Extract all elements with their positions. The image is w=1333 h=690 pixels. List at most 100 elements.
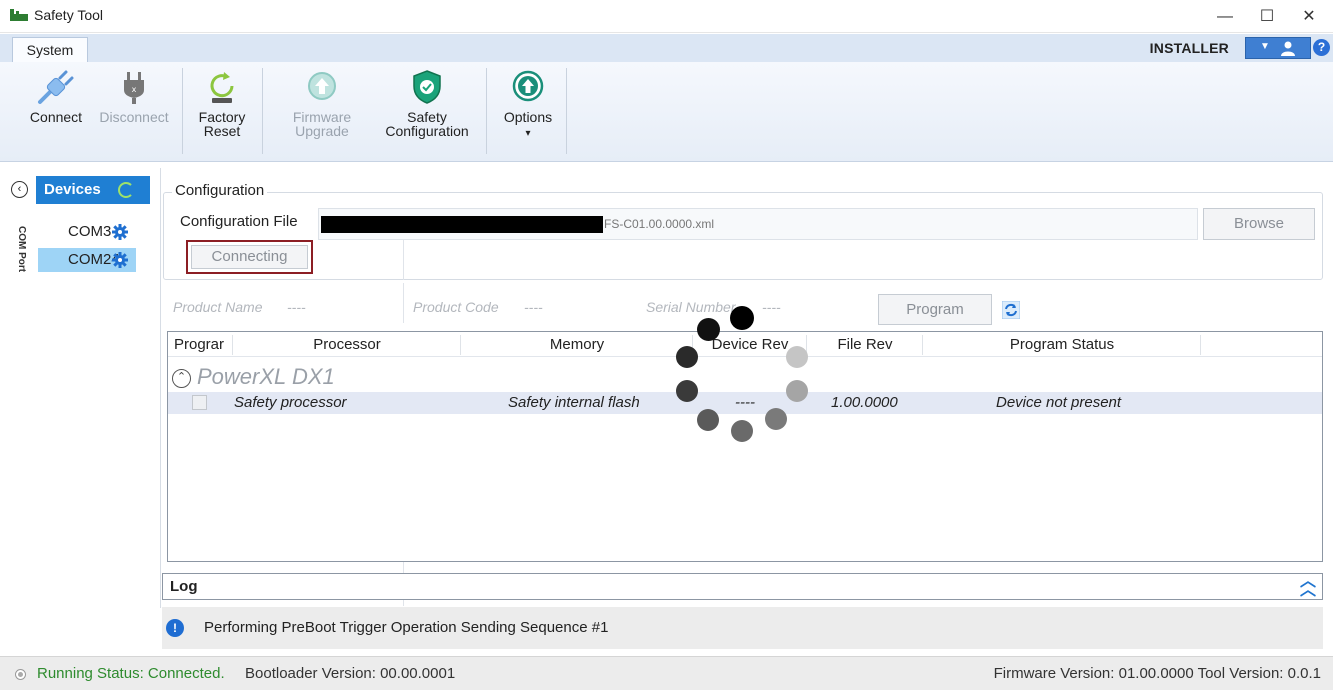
firmware-upgrade-label-2: Upgrade bbox=[295, 123, 349, 139]
close-button[interactable]: ✕ bbox=[1287, 4, 1331, 30]
options-upload-icon bbox=[512, 70, 544, 102]
column-header-program-status[interactable]: Program Status bbox=[924, 336, 1200, 353]
firmware-upgrade-button[interactable]: Firmware Upgrade bbox=[284, 68, 360, 138]
spinner-dot bbox=[676, 346, 698, 368]
column-header-memory[interactable]: Memory bbox=[462, 336, 692, 353]
user-icon bbox=[1281, 41, 1295, 56]
status-bar: Running Status: Connected. Bootloader Ve… bbox=[0, 656, 1333, 690]
ribbon-separator bbox=[182, 68, 183, 154]
chevron-up-icon[interactable]: ⌃ bbox=[172, 368, 191, 388]
connect-button[interactable]: Connect bbox=[24, 68, 88, 124]
device-item-com3[interactable]: COM3 bbox=[38, 220, 136, 244]
log-message: Performing PreBoot Trigger Operation Sen… bbox=[204, 619, 609, 636]
maximize-button[interactable]: ☐ bbox=[1245, 4, 1289, 30]
column-separator bbox=[232, 335, 233, 355]
configuration-file-field[interactable]: FS-C01.00.0000.xml bbox=[318, 208, 1198, 240]
factory-reset-icon bbox=[210, 72, 234, 103]
product-code-label: Product Code bbox=[413, 299, 499, 315]
title-bar: Safety Tool — ☐ ✕ bbox=[0, 0, 1333, 33]
table-row[interactable]: Safety processor Safety internal flash -… bbox=[168, 392, 1322, 414]
product-name-value: ---- bbox=[287, 299, 306, 315]
factory-reset-button[interactable]: Factory Reset bbox=[194, 68, 250, 138]
configuration-legend: Configuration bbox=[172, 182, 268, 199]
product-code-value: ---- bbox=[524, 299, 543, 315]
refresh-icon[interactable] bbox=[1002, 301, 1020, 319]
options-label: Options bbox=[503, 109, 553, 125]
serial-number-label: Serial Number bbox=[646, 299, 736, 315]
group-title: PowerXL DX1 bbox=[197, 364, 335, 389]
column-separator bbox=[460, 335, 461, 355]
user-menu-button[interactable]: ▼ bbox=[1245, 37, 1311, 59]
devices-header: Devices bbox=[36, 176, 150, 204]
column-separator bbox=[922, 335, 923, 355]
safety-shield-icon bbox=[413, 70, 441, 104]
browse-button[interactable]: Browse bbox=[1203, 208, 1315, 240]
svg-text:x: x bbox=[132, 85, 137, 94]
plug-disconnect-icon: x bbox=[124, 72, 144, 104]
tab-system[interactable]: System bbox=[12, 37, 88, 63]
redacted-path bbox=[321, 216, 603, 233]
spinner-dot bbox=[697, 318, 720, 341]
cell-memory: Safety internal flash bbox=[508, 394, 640, 411]
cell-program-status: Device not present bbox=[996, 394, 1122, 411]
panel-divider bbox=[160, 168, 161, 608]
ribbon-tab-row: System INSTALLER ▼ ? bbox=[0, 34, 1333, 63]
bootloader-version: Bootloader Version: 00.00.0001 bbox=[245, 665, 456, 682]
connecting-button[interactable]: Connecting bbox=[191, 245, 308, 269]
log-panel: ! Performing PreBoot Trigger Operation S… bbox=[162, 607, 1323, 649]
safety-config-label-2: Configuration bbox=[385, 123, 469, 139]
spinner-dot bbox=[786, 346, 808, 368]
grid-header: Prograr Processor Memory Device Rev File… bbox=[168, 332, 1322, 357]
cell-file-rev: 1.00.0000 bbox=[831, 394, 898, 411]
group-row[interactable]: ⌃ PowerXL DX1 bbox=[172, 364, 335, 390]
disconnect-button[interactable]: x Disconnect bbox=[94, 68, 174, 124]
refresh-devices-icon[interactable] bbox=[118, 182, 134, 198]
options-button[interactable]: Options ▾ bbox=[496, 68, 560, 141]
help-icon[interactable]: ? bbox=[1313, 39, 1330, 56]
window-title: Safety Tool bbox=[34, 7, 104, 23]
log-title: Log bbox=[170, 578, 198, 595]
spinner-dot bbox=[676, 380, 698, 402]
cell-device-rev: ---- bbox=[735, 394, 755, 411]
firmware-tool-version: Firmware Version: 01.00.0000 Tool Versio… bbox=[993, 665, 1321, 682]
running-status: Running Status: Connected. bbox=[37, 665, 225, 682]
double-chevron-up-icon[interactable]: ︿ ︿ bbox=[1300, 574, 1316, 599]
log-header[interactable]: Log ︿ ︿ bbox=[162, 573, 1323, 600]
ribbon: Connect x Disconnect Factory Reset Firmw… bbox=[0, 62, 1333, 162]
device-item-label: COM3 bbox=[68, 223, 112, 240]
status-indicator-icon bbox=[15, 669, 26, 680]
ribbon-separator bbox=[566, 68, 567, 154]
dropdown-arrow-icon: ▼ bbox=[1260, 41, 1270, 52]
firmware-upgrade-icon bbox=[308, 72, 336, 100]
safety-configuration-button[interactable]: Safety Configuration bbox=[374, 68, 480, 138]
gear-icon[interactable] bbox=[112, 252, 128, 268]
program-button[interactable]: Program bbox=[878, 294, 992, 325]
column-header-file-rev[interactable]: File Rev bbox=[808, 336, 922, 353]
column-header-processor[interactable]: Processor bbox=[234, 336, 460, 353]
ribbon-separator bbox=[262, 68, 263, 154]
cell-processor: Safety processor bbox=[234, 394, 347, 411]
program-checkbox[interactable] bbox=[192, 395, 207, 410]
divider bbox=[403, 283, 404, 323]
devices-title: Devices bbox=[44, 181, 101, 198]
divider bbox=[403, 240, 404, 280]
minimize-button[interactable]: — bbox=[1203, 4, 1247, 30]
configuration-file-label: Configuration File bbox=[180, 213, 298, 230]
spinner-dot bbox=[765, 408, 787, 430]
device-item-com24[interactable]: COM24 bbox=[38, 248, 136, 272]
app-icon bbox=[10, 9, 28, 21]
user-role: INSTALLER bbox=[1149, 40, 1229, 56]
spinner-dot bbox=[697, 409, 719, 431]
spinner-dot bbox=[786, 380, 808, 402]
collapse-panel-button[interactable]: ‹ bbox=[11, 181, 28, 198]
factory-reset-label-2: Reset bbox=[203, 123, 241, 139]
column-header-program[interactable]: Prograr bbox=[174, 336, 230, 353]
configuration-file-name: FS-C01.00.0000.xml bbox=[604, 217, 715, 231]
plug-connect-icon bbox=[38, 70, 74, 104]
program-grid: Prograr Processor Memory Device Rev File… bbox=[167, 331, 1323, 562]
options-dropdown-icon: ▾ bbox=[525, 128, 531, 139]
spinner-dot bbox=[731, 420, 753, 442]
disconnect-label: Disconnect bbox=[99, 109, 169, 125]
product-name-label: Product Name bbox=[173, 299, 263, 315]
gear-icon[interactable] bbox=[112, 224, 128, 240]
